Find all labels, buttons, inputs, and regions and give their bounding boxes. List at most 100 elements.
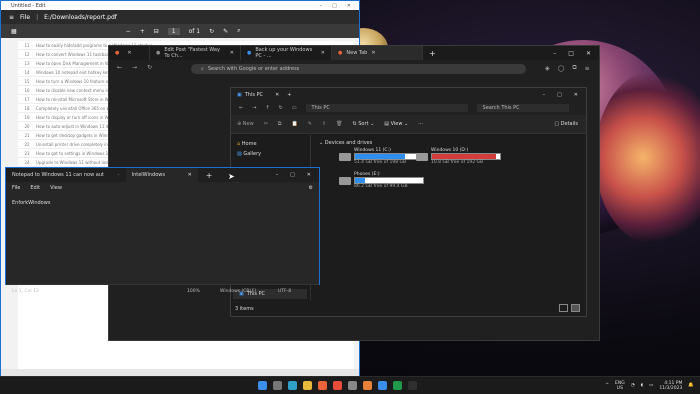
tab-close-icon[interactable]: ✕ — [371, 50, 375, 56]
new-button[interactable]: ⊕ New — [237, 121, 254, 127]
rename-icon[interactable]: ✎ — [308, 121, 312, 127]
text-area[interactable]: EnforkWindows — [6, 194, 319, 284]
up-icon[interactable]: ↑ — [265, 105, 269, 111]
settings-icon[interactable] — [348, 381, 357, 390]
new-tab-button[interactable]: + — [423, 49, 442, 58]
menu-icon[interactable]: ≡ — [9, 14, 14, 21]
tab-close-icon[interactable]: ✕ — [275, 92, 279, 98]
drive-item[interactable]: Phones (E:) 86.2 GB free of 99.4 GB — [339, 172, 424, 189]
minimize-icon[interactable]: – — [553, 50, 556, 57]
edge-icon[interactable] — [288, 381, 297, 390]
zoom-out-icon[interactable]: − — [126, 28, 131, 35]
notepad-tab-2[interactable]: IntelWindows ✕ — [125, 168, 198, 182]
tab-2[interactable]: ● Edit Post "Fastest Way To Ch... ✕ — [150, 46, 241, 60]
settings-icon[interactable]: ⚙ — [309, 185, 319, 191]
tab-close-icon[interactable]: · — [118, 172, 120, 178]
tab-3[interactable]: ● Back up your Windows PC - ... ✕ — [241, 46, 332, 60]
maximize-icon[interactable]: □ — [332, 3, 337, 9]
more-button[interactable]: ··· — [418, 121, 423, 127]
close-icon[interactable]: ✕ — [586, 50, 591, 57]
tab-close-icon[interactable]: ✕ — [321, 50, 325, 56]
back-icon[interactable]: ← — [239, 105, 243, 111]
store-icon[interactable] — [408, 381, 417, 390]
sort-button[interactable]: ⇅ Sort ⌄ — [352, 121, 374, 127]
search-icon[interactable] — [273, 381, 282, 390]
battery-icon[interactable]: ▭ — [649, 383, 653, 388]
minimize-icon[interactable]: – — [320, 3, 323, 9]
minimize-icon[interactable]: – — [276, 172, 279, 178]
close-icon[interactable]: ✕ — [574, 92, 578, 98]
photos-icon[interactable] — [378, 381, 387, 390]
clock[interactable]: 4:11 PM 11/3/2023 — [659, 381, 682, 391]
media-icon[interactable] — [363, 381, 372, 390]
address-bar[interactable]: ⌕ Search with Google or enter address — [191, 64, 526, 74]
view-button[interactable]: ▤ View ⌄ — [384, 121, 408, 127]
language-indicator[interactable]: ENG US — [615, 381, 625, 391]
line-number: 23 — [24, 150, 30, 156]
new-tab-button[interactable]: + — [198, 171, 221, 180]
notification-icon[interactable]: 🔔 — [688, 383, 694, 388]
refresh-icon[interactable]: ↻ — [279, 105, 283, 111]
sidebar-toggle-icon[interactable]: ▦ — [11, 28, 17, 35]
explorer-icon[interactable] — [303, 381, 312, 390]
maximize-icon[interactable]: □ — [557, 92, 562, 98]
forward-icon[interactable]: → — [252, 105, 256, 111]
drive-item[interactable]: Windows 11 (C:) 51.4 GB free of 198 GB — [339, 148, 424, 165]
chrome-icon[interactable] — [333, 381, 342, 390]
start-icon[interactable] — [258, 381, 267, 390]
line-number: 20 — [24, 123, 30, 129]
crumb-this-pc[interactable]: This PC — [312, 105, 330, 111]
breadcrumb[interactable]: This PC — [305, 104, 468, 112]
reload-icon[interactable]: ↻ — [147, 64, 152, 71]
menu-view[interactable]: View — [50, 185, 62, 191]
menu-file[interactable]: File — [12, 185, 20, 191]
page-number[interactable]: 1 — [167, 27, 180, 35]
menu-icon[interactable]: ≡ — [585, 65, 590, 72]
sidebar-item-home[interactable]: ⌂ Home — [237, 139, 304, 149]
tray-chevron-icon[interactable]: ^ — [605, 383, 609, 388]
tiles-view-icon[interactable] — [571, 304, 580, 312]
copy-icon[interactable]: ⧉ — [278, 121, 282, 127]
file-menu[interactable]: File — [20, 14, 30, 21]
sidebar-item-gallery[interactable]: ▨ Gallery — [237, 149, 304, 159]
encoding: UTF-8 — [278, 288, 292, 294]
cut-icon[interactable]: ✂ — [264, 121, 268, 127]
firefox-icon[interactable] — [318, 381, 327, 390]
extensions-icon[interactable]: ⧉ — [572, 64, 576, 72]
fit-width-icon[interactable]: ⊟ — [154, 28, 159, 35]
rotate-icon[interactable]: ↻ — [209, 28, 214, 35]
search-icon[interactable]: ⌕ — [237, 27, 240, 35]
share-icon[interactable]: ⇪ — [322, 121, 326, 127]
tab-1[interactable]: ● ✕ — [109, 46, 150, 60]
line-number: 22 — [24, 141, 30, 147]
minimize-icon[interactable]: – — [543, 92, 546, 98]
menu-edit[interactable]: Edit — [30, 185, 40, 191]
wifi-icon[interactable]: ◔ — [631, 383, 635, 388]
delete-icon[interactable]: 🗑 — [336, 121, 342, 127]
pocket-icon[interactable]: ◈ — [545, 65, 550, 72]
maximize-icon[interactable]: □ — [290, 172, 295, 178]
paste-icon[interactable]: 📋 — [291, 121, 297, 127]
back-icon[interactable]: ← — [117, 64, 122, 71]
volume-icon[interactable]: ◖ — [641, 383, 643, 388]
line-number: 17 — [24, 96, 30, 102]
details-view-icon[interactable] — [559, 304, 568, 312]
tab-close-icon[interactable]: ✕ — [127, 50, 131, 56]
tab-close-icon[interactable]: ✕ — [188, 172, 192, 178]
tab-close-icon[interactable]: ✕ — [230, 50, 234, 56]
details-button[interactable]: ▢ Details — [554, 121, 586, 127]
drive-item[interactable]: Windows 10 (D:) 10.8 GB free of 192 GB — [416, 148, 501, 165]
maximize-icon[interactable]: □ — [568, 50, 574, 57]
forward-icon[interactable]: → — [132, 64, 137, 71]
zoom-in-icon[interactable]: + — [140, 28, 145, 35]
close-icon[interactable]: ✕ — [307, 172, 311, 178]
excel-icon[interactable] — [393, 381, 402, 390]
notepad-tab-1[interactable]: Notepad to Windows 11 can now aut · — [6, 168, 126, 182]
highlight-icon[interactable]: ✎ — [223, 28, 228, 35]
search-box[interactable]: Search This PC — [476, 104, 569, 112]
account-icon[interactable]: ◯ — [558, 65, 565, 72]
close-icon[interactable]: ✕ — [347, 3, 351, 9]
tab-4[interactable]: ● New Tab ✕ — [332, 46, 423, 60]
expand-icon[interactable]: ⌄ — [319, 140, 323, 146]
new-tab-button[interactable]: + — [287, 92, 291, 98]
